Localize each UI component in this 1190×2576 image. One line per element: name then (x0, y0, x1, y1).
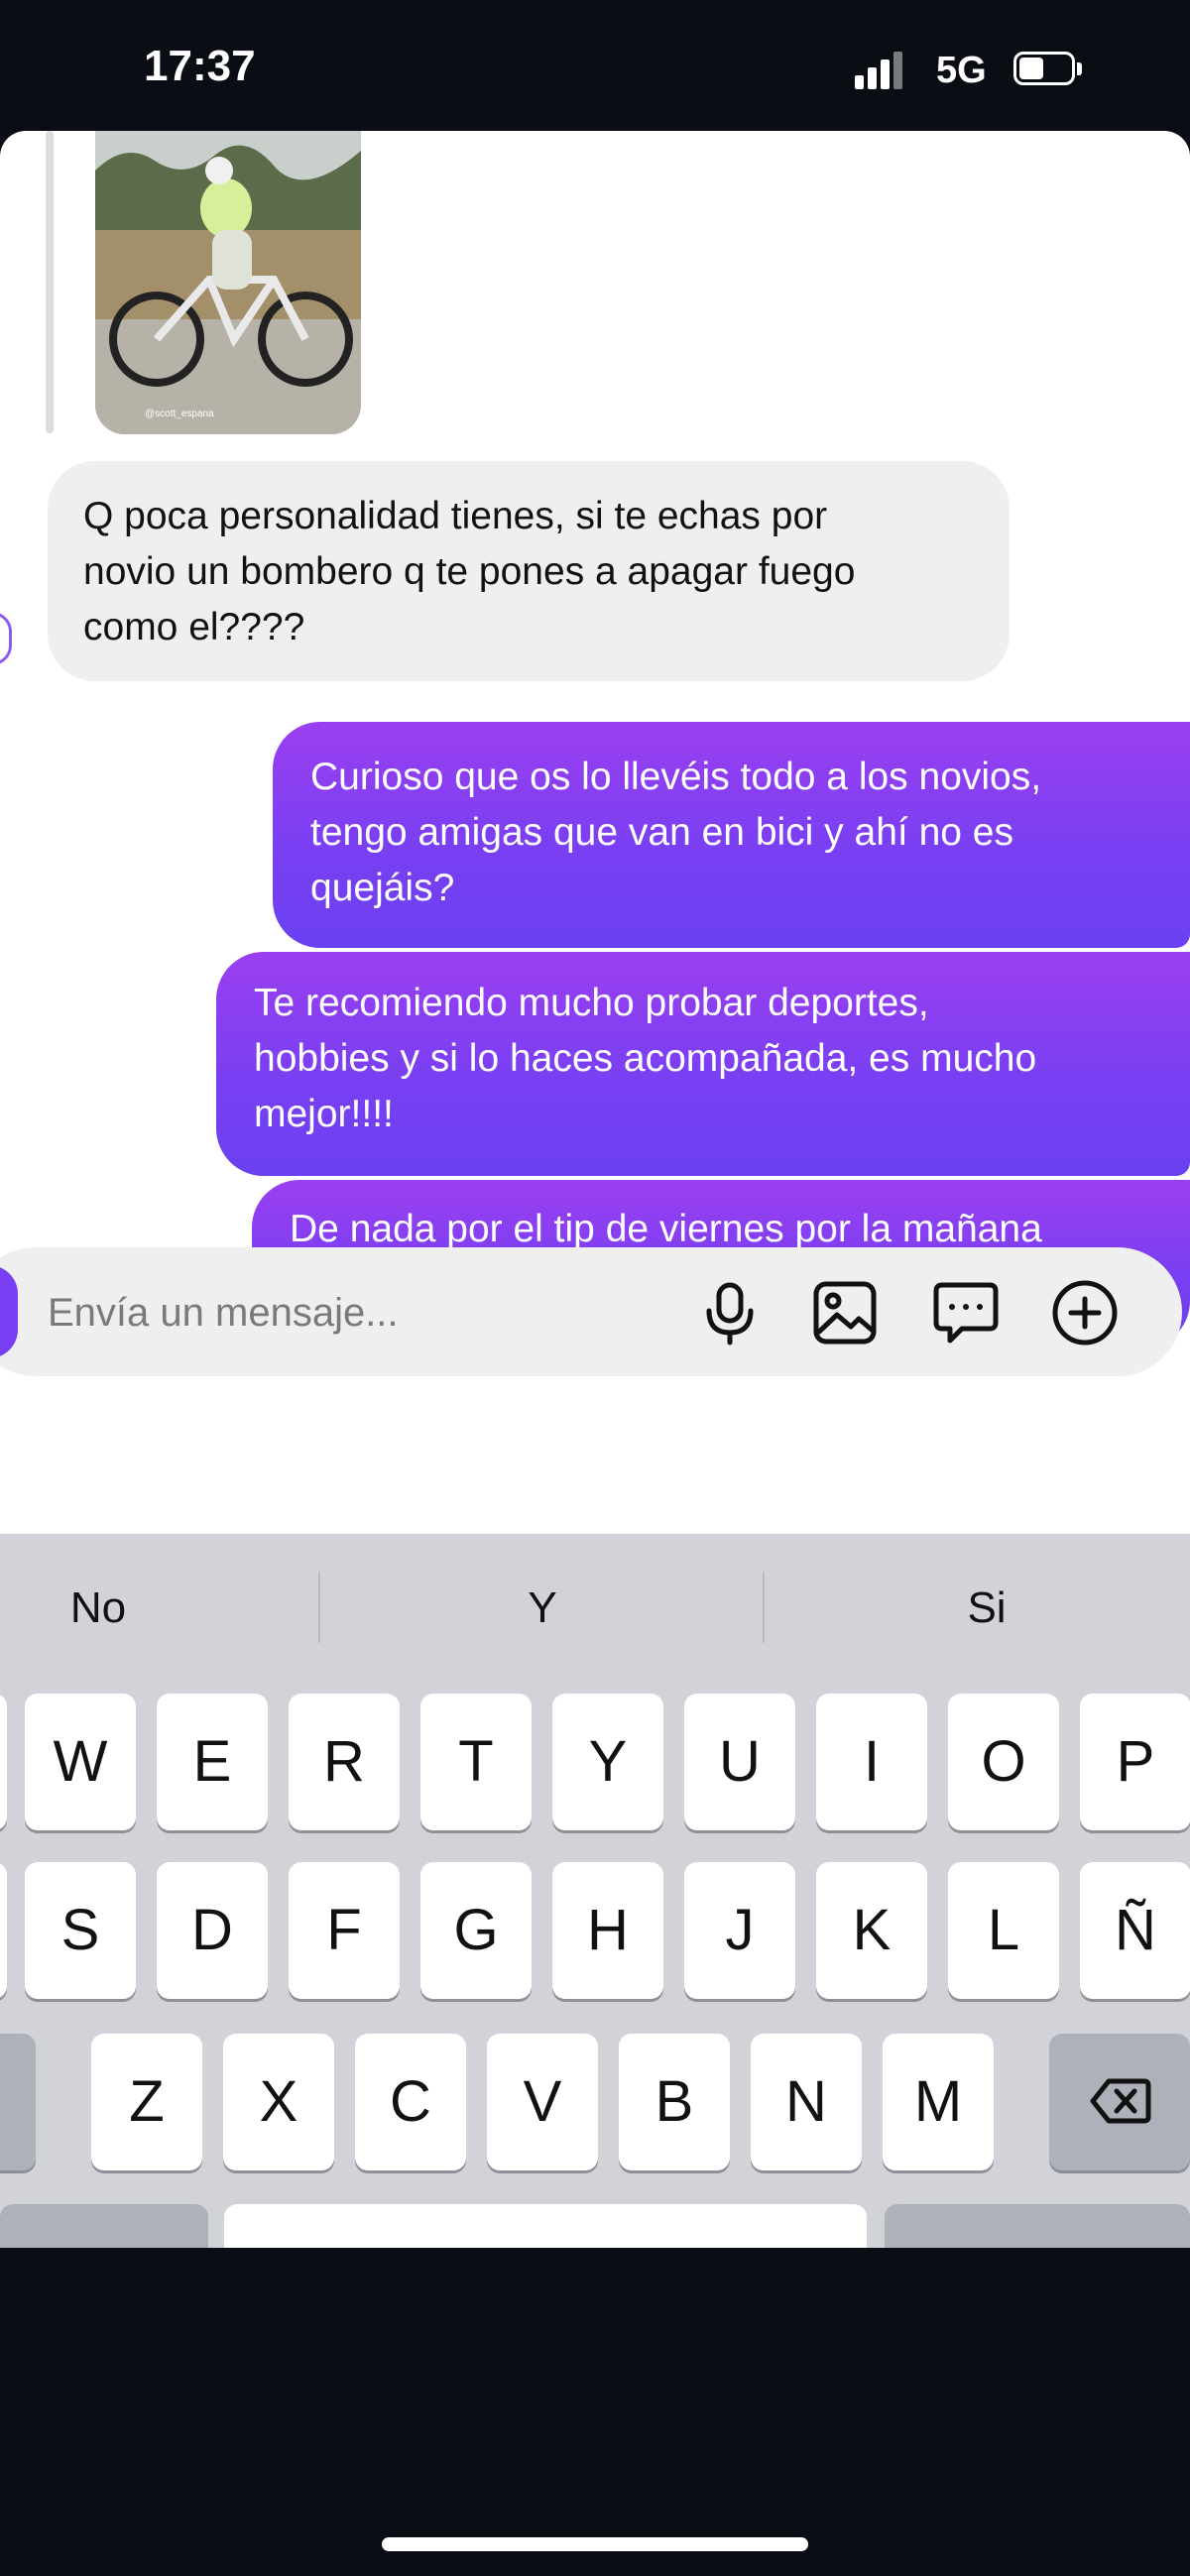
key-m[interactable]: M (883, 2034, 994, 2170)
message-line: como el???? (83, 606, 305, 648)
message-line: Curioso que os lo llevéis todo a los nov… (310, 756, 1042, 798)
message-line: novio un bombero q te pones a apagar fue… (83, 550, 856, 593)
message-incoming[interactable]: Q poca personalidad tienes, si te echas … (48, 461, 1010, 681)
backspace-icon (1090, 2078, 1151, 2124)
key-o[interactable]: O (948, 1694, 1059, 1830)
key-u[interactable]: U (684, 1694, 795, 1830)
shared-photo[interactable]: @scott_espana (95, 131, 361, 434)
predictive-bar: No Y Si (0, 1534, 1190, 1683)
message-line: mejor!!!! (254, 1093, 394, 1135)
key-t[interactable]: T (420, 1694, 532, 1830)
plus-circle-icon[interactable] (1051, 1279, 1119, 1347)
suggestion-item[interactable]: No (0, 1574, 196, 1643)
photo-caption: @scott_espana (145, 409, 214, 419)
key-l[interactable]: L (948, 1862, 1059, 1999)
bottom-area (0, 2248, 1190, 2576)
key-a[interactable]: A (0, 1862, 7, 1999)
key-c[interactable]: C (355, 2034, 466, 2170)
numbers-key[interactable] (0, 2204, 208, 2248)
microphone-icon[interactable] (696, 1279, 764, 1347)
key-w[interactable]: W (25, 1694, 136, 1830)
key-n[interactable]: N (751, 2034, 862, 2170)
message-line: quejáis? (310, 867, 455, 909)
key-h[interactable]: H (552, 1862, 663, 1999)
return-key[interactable] (885, 2204, 1190, 2248)
backspace-key[interactable] (1049, 2034, 1190, 2170)
key-d[interactable]: D (157, 1862, 268, 1999)
key-x[interactable]: X (223, 2034, 334, 2170)
key-r[interactable]: R (289, 1694, 400, 1830)
home-indicator[interactable] (382, 2537, 808, 2551)
key-v[interactable]: V (487, 2034, 598, 2170)
key-y[interactable]: Y (552, 1694, 663, 1830)
image-icon[interactable] (811, 1279, 879, 1347)
sticker-chat-icon[interactable] (932, 1279, 1000, 1347)
suggestion-item[interactable]: Y (319, 1574, 766, 1643)
status-time: 17:37 (144, 42, 256, 90)
avatar[interactable] (0, 612, 12, 665)
key-z[interactable]: Z (91, 2034, 202, 2170)
signal-icon (855, 50, 902, 89)
key-n-tilde[interactable]: Ñ (1080, 1862, 1190, 1999)
message-line: Te recomiendo mucho probar deportes, (254, 982, 929, 1024)
key-p[interactable]: P (1080, 1694, 1190, 1830)
key-j[interactable]: J (684, 1862, 795, 1999)
key-b[interactable]: B (619, 2034, 730, 2170)
battery-icon (1013, 52, 1085, 87)
key-i[interactable]: I (816, 1694, 927, 1830)
message-outgoing[interactable]: Te recomiendo mucho probar deportes, hob… (216, 952, 1190, 1176)
message-outgoing[interactable]: Curioso que os lo llevéis todo a los nov… (273, 722, 1190, 948)
shift-key[interactable] (0, 2034, 36, 2170)
key-f[interactable]: F (289, 1862, 400, 1999)
key-e[interactable]: E (157, 1694, 268, 1830)
key-k[interactable]: K (816, 1862, 927, 1999)
keyboard: No Y Si Q W E R T Y U I O P A S D F G H … (0, 1534, 1190, 2248)
message-line: Q poca personalidad tienes, si te echas … (83, 495, 828, 537)
key-q[interactable]: Q (0, 1694, 7, 1830)
message-input[interactable] (46, 1277, 664, 1348)
message-line: hobbies y si lo haces acompañada, es muc… (254, 1037, 1037, 1080)
reply-quote-line (46, 131, 54, 433)
suggestion-item[interactable]: Si (764, 1574, 1190, 1643)
key-s[interactable]: S (25, 1862, 136, 1999)
space-key[interactable] (224, 2204, 867, 2248)
status-bar: 17:37 5G (0, 0, 1190, 131)
network-label: 5G (936, 50, 987, 91)
key-g[interactable]: G (420, 1862, 532, 1999)
message-line: tengo amigas que van en bici y ahí no es (310, 811, 1013, 854)
